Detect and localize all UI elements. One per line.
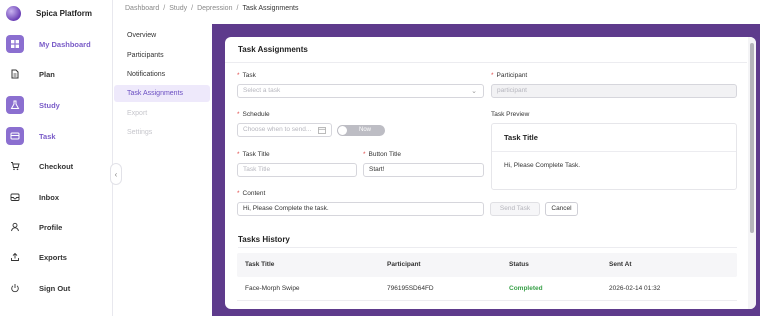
task-preview: Task Title Hi, Please Complete Task. bbox=[491, 123, 737, 190]
history-table-header: Task Title Participant Status Sent At bbox=[237, 253, 737, 277]
scrollbar-thumb[interactable] bbox=[750, 43, 754, 233]
status-badge: Completed bbox=[509, 285, 543, 292]
nav-label: Plan bbox=[39, 69, 55, 79]
app-root: Spica Platform My Dashboard Plan Study T bbox=[0, 0, 760, 316]
participant-label: * Participant bbox=[491, 72, 528, 79]
preview-body: Hi, Please Complete Task. bbox=[504, 162, 581, 169]
nav-item-checkout[interactable]: Checkout bbox=[0, 155, 113, 177]
task-assignments-card: Task Assignments * Task Select a task ⌄ *… bbox=[225, 37, 756, 309]
column-header-status: Status bbox=[509, 261, 529, 268]
nav-label: My Dashboard bbox=[39, 39, 91, 49]
nav-label: Sign Out bbox=[39, 283, 71, 293]
power-icon bbox=[6, 279, 24, 297]
breadcrumb-link-depression[interactable]: Depression bbox=[197, 5, 232, 12]
send-task-button[interactable]: Send Task bbox=[490, 202, 540, 216]
inbox-icon bbox=[6, 188, 24, 206]
nav-item-inbox[interactable]: Inbox bbox=[0, 186, 113, 208]
nav-item-plan[interactable]: Plan bbox=[0, 63, 113, 85]
schedule-label: * Schedule bbox=[237, 111, 270, 118]
divider bbox=[225, 62, 747, 63]
nav-label: Inbox bbox=[39, 192, 59, 202]
person-icon bbox=[6, 218, 24, 236]
button-title-input[interactable]: Start! bbox=[363, 163, 484, 177]
preview-divider bbox=[492, 151, 736, 152]
nav-item-profile[interactable]: Profile bbox=[0, 216, 113, 238]
toggle-label: Now bbox=[359, 127, 372, 133]
subnav-participants[interactable]: Participants bbox=[114, 47, 210, 64]
nav-label: Profile bbox=[39, 222, 63, 232]
breadcrumb-separator: / bbox=[163, 5, 166, 12]
task-card-icon bbox=[6, 127, 24, 145]
send-now-toggle[interactable]: Now bbox=[337, 125, 385, 136]
calendar-icon bbox=[318, 127, 326, 134]
nav-label: Exports bbox=[39, 252, 67, 262]
content-input[interactable]: Hi, Please Complete the task. bbox=[237, 202, 484, 216]
nav-label: Checkout bbox=[39, 161, 74, 171]
subnav-notifications[interactable]: Notifications bbox=[114, 66, 210, 83]
nav-item-sign-out[interactable]: Sign Out bbox=[0, 277, 113, 299]
sidebar: Spica Platform My Dashboard Plan Study T bbox=[0, 0, 113, 316]
breadcrumb-current: Task Assignments bbox=[242, 5, 299, 12]
export-icon bbox=[6, 248, 24, 266]
task-preview-label: Task Preview bbox=[491, 111, 530, 118]
document-icon bbox=[6, 65, 24, 83]
cell-participant: 796195SD64FD bbox=[387, 285, 434, 292]
nav-item-task[interactable]: Task bbox=[0, 125, 113, 147]
scrollbar[interactable] bbox=[748, 37, 756, 309]
breadcrumb: Dashboard / Study / Depression / Task Assignme… bbox=[125, 5, 298, 12]
preview-title: Task Title bbox=[504, 133, 538, 142]
column-header-participant: Participant bbox=[387, 261, 421, 268]
task-select[interactable]: Select a task ⌄ bbox=[237, 84, 484, 98]
tasks-history-title: Tasks History bbox=[238, 235, 290, 244]
cancel-button[interactable]: Cancel bbox=[545, 202, 578, 216]
chevron-down-icon: ⌄ bbox=[471, 88, 477, 95]
nav-label: Task bbox=[39, 131, 56, 141]
cell-sent-at: 2026-02-14 01:32 bbox=[609, 285, 661, 292]
subnav-settings: Settings bbox=[127, 129, 153, 136]
cart-icon bbox=[6, 157, 24, 175]
cell-task-title: Face-Morph Swipe bbox=[245, 285, 300, 292]
study-subnav: Overview Participants Notifications Task… bbox=[114, 27, 212, 316]
breadcrumb-separator: / bbox=[191, 5, 194, 12]
breadcrumb-link-study[interactable]: Study bbox=[169, 5, 187, 12]
breadcrumb-separator: / bbox=[236, 5, 239, 12]
card-title: Task Assignments bbox=[238, 45, 308, 54]
subnav-overview[interactable]: Overview bbox=[114, 27, 210, 44]
task-title-label: * Task Title bbox=[237, 151, 270, 158]
app-name: Spica Platform bbox=[36, 8, 93, 18]
flask-icon bbox=[6, 96, 24, 114]
button-title-label: * Button Title bbox=[363, 151, 402, 158]
dashboard-grid-icon bbox=[6, 35, 24, 53]
nav-item-study[interactable]: Study bbox=[0, 94, 113, 116]
column-header-task-title: Task Title bbox=[245, 261, 275, 268]
participant-field: participant bbox=[491, 84, 737, 98]
nav-label: Study bbox=[39, 100, 60, 110]
nav-item-exports[interactable]: Exports bbox=[0, 246, 113, 268]
divider bbox=[238, 247, 737, 248]
content-label: * Content bbox=[237, 190, 266, 197]
column-header-sent-at: Sent At bbox=[609, 261, 632, 268]
brand[interactable]: Spica Platform bbox=[6, 4, 92, 22]
schedule-datetime-input[interactable]: Choose when to send... bbox=[237, 123, 332, 137]
toggle-knob bbox=[338, 126, 347, 135]
table-row[interactable]: Face-Morph Swipe 796195SD64FD Completed … bbox=[237, 277, 737, 301]
task-title-input[interactable]: Task Title bbox=[237, 163, 357, 177]
task-label: * Task bbox=[237, 72, 256, 79]
nav-item-my-dashboard[interactable]: My Dashboard bbox=[0, 33, 113, 55]
spica-logo-icon bbox=[6, 5, 21, 21]
breadcrumb-link-dashboard[interactable]: Dashboard bbox=[125, 5, 159, 12]
subnav-task-assignments[interactable]: Task Assignments bbox=[114, 85, 210, 102]
subnav-export: Export bbox=[127, 110, 148, 117]
